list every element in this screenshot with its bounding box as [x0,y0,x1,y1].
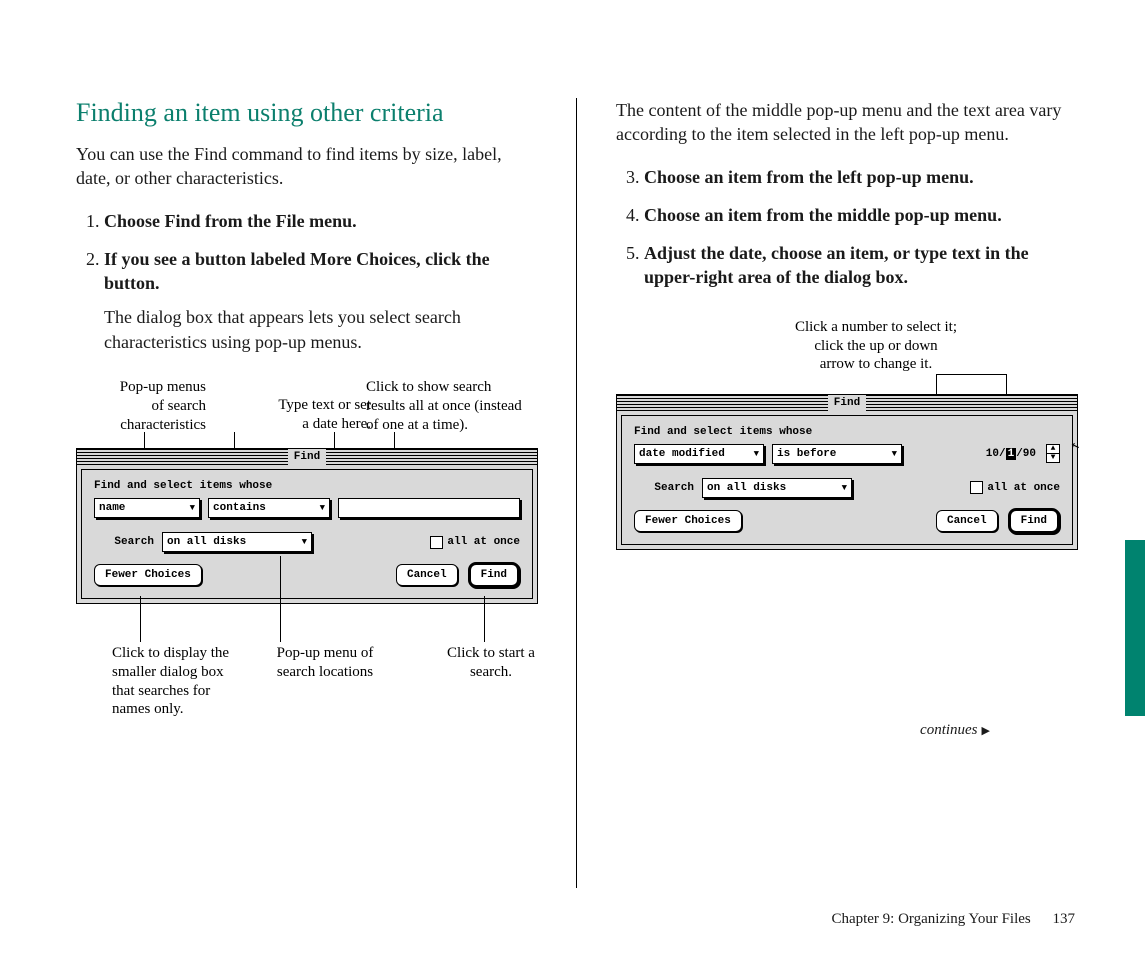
button-row: Fewer Choices Cancel Find [94,562,520,588]
leader-line [140,596,141,642]
stepper-down-icon: ▼ [1047,454,1059,462]
step-title: Choose an item from the middle pop-up me… [644,205,1002,225]
step-list: Choose Find from the File menu. If you s… [76,209,536,354]
checkbox-box [430,536,443,549]
date-stepper[interactable]: ▲ ▼ [1046,444,1060,463]
figure-2: Click a number to select it; click the u… [616,318,1076,658]
chevron-down-icon: ▼ [754,449,759,459]
step-2: If you see a button labeled More Choices… [104,247,536,354]
search-row: Search on all disks▼ all at once [634,478,1060,498]
figure-1: Pop-up menus of search characteristics T… [76,378,536,718]
dialog-title: Find [288,449,326,465]
two-column-layout: Finding an item using other criteria You… [76,98,1076,718]
dialog-body: Find and select items whose name▼ contai… [81,469,533,599]
leader-line [936,374,1006,375]
search-row: Search on all disks▼ all at once [94,532,520,552]
dialog-titlebar: Find [77,449,537,465]
callout-fewer-choices: Click to display the smaller dialog box … [112,644,252,719]
step-title: Choose Find from the File menu. [104,211,357,231]
checkbox-box [970,481,983,494]
fewer-choices-button[interactable]: Fewer Choices [634,510,742,532]
cancel-button[interactable]: Cancel [936,510,998,532]
chevron-down-icon: ▼ [190,503,195,513]
step-list: Choose an item from the left pop-up menu… [616,165,1076,290]
callout-date-stepper: Click a number to select it; click the u… [786,318,966,374]
leader-line [484,596,485,642]
manual-page: Finding an item using other criteria You… [0,0,1145,954]
dialog-prompt: Find and select items whose [94,480,520,492]
dialog-prompt: Find and select items whose [634,426,1060,438]
chevron-down-icon: ▼ [892,449,897,459]
intro-paragraph: You can use the Find command to find ite… [76,142,536,191]
section-heading: Finding an item using other criteria [76,98,536,128]
edge-tab [1125,540,1145,716]
callout-popup-menus: Pop-up menus of search characteristics [86,378,206,434]
step-3: Choose an item from the left pop-up menu… [644,165,1076,189]
location-popup[interactable]: on all disks▼ [162,532,312,552]
criteria-row: date modified▼ is before▼ 10/1/90 ▲ ▼ [634,444,1060,464]
continues-label: continues▶ [920,722,990,739]
page-footer: Chapter 9: Organizing Your Files 137 [831,911,1075,928]
callout-text-or-date: Type text or set a date here. [241,396,371,434]
callout-locations: Pop-up menu of search locations [260,644,390,682]
chapter-label: Chapter 9: Organizing Your Files [831,911,1030,927]
chevron-down-icon: ▼ [842,483,847,493]
date-field[interactable]: 10/1/90 [986,448,1036,460]
search-label: Search [94,536,154,548]
all-at-once-checkbox[interactable]: all at once [970,481,1060,494]
callout-find: Click to start a search. [436,644,546,682]
chevron-down-icon: ▼ [302,537,307,547]
location-popup[interactable]: on all disks▼ [702,478,852,498]
leader-line [280,556,281,642]
find-dialog: Find Find and select items whose date mo… [616,394,1078,550]
operator-popup[interactable]: is before▼ [772,444,902,464]
step-title: Adjust the date, choose an item, or type… [644,243,1029,287]
attribute-popup[interactable]: name▼ [94,498,200,518]
criteria-row: name▼ contains▼ [94,498,520,518]
page-number: 137 [1053,911,1076,927]
right-column: The content of the middle pop-up menu an… [576,98,1076,718]
intro-paragraph: The content of the middle pop-up menu an… [616,98,1076,147]
find-button[interactable]: Find [468,562,520,588]
dialog-title: Find [828,395,866,411]
all-at-once-checkbox[interactable]: all at once [430,536,520,549]
dialog-titlebar: Find [617,395,1077,411]
find-button[interactable]: Find [1008,508,1060,534]
step-4: Choose an item from the middle pop-up me… [644,203,1076,227]
find-dialog: Find Find and select items whose name▼ c… [76,448,538,604]
step-5: Adjust the date, choose an item, or type… [644,241,1076,290]
step-title: If you see a button labeled More Choices… [104,249,490,293]
dialog-body: Find and select items whose date modifie… [621,415,1073,545]
date-day-selected: 1 [1006,448,1017,460]
callout-all-at-once: Click to show search results all at once… [366,378,546,434]
cancel-button[interactable]: Cancel [396,564,458,586]
step-1: Choose Find from the File menu. [104,209,536,233]
attribute-popup[interactable]: date modified▼ [634,444,764,464]
fewer-choices-button[interactable]: Fewer Choices [94,564,202,586]
triangle-right-icon: ▶ [982,724,990,737]
search-label: Search [634,482,694,494]
operator-popup[interactable]: contains▼ [208,498,330,518]
value-textbox[interactable] [338,498,520,518]
button-row: Fewer Choices Cancel Find [634,508,1060,534]
step-body: The dialog box that appears lets you sel… [104,305,536,354]
chevron-down-icon: ▼ [320,503,325,513]
step-title: Choose an item from the left pop-up menu… [644,167,974,187]
left-column: Finding an item using other criteria You… [76,98,576,718]
